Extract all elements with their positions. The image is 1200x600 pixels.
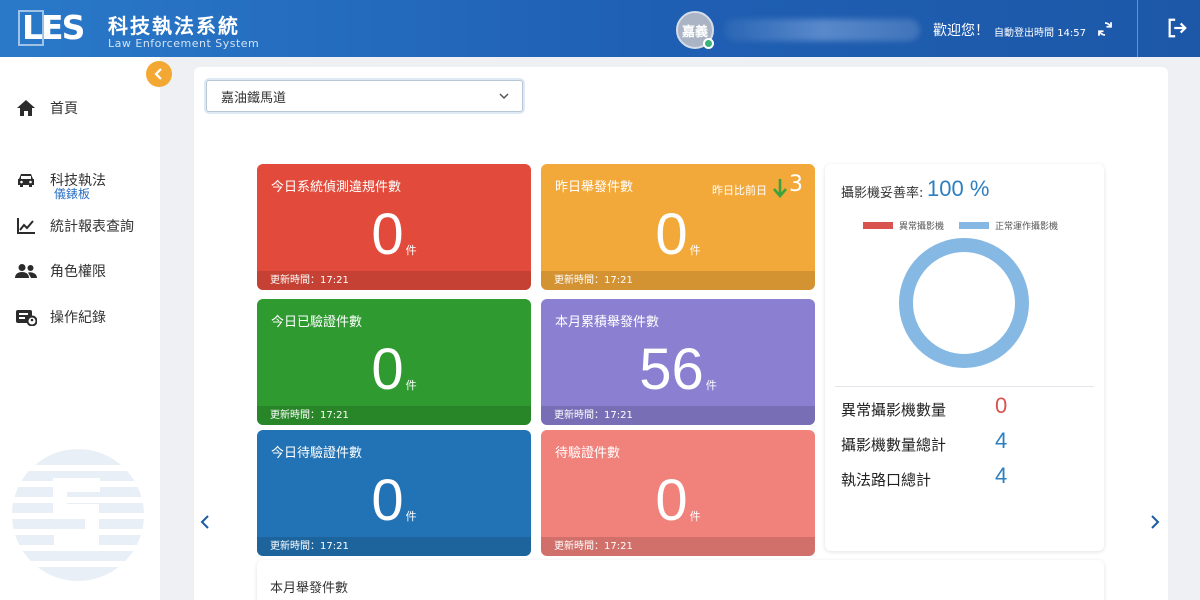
sidebar-item-label: 操作紀錄 (50, 310, 106, 326)
auto-logout-text: 自動登出時間 14:57 (994, 24, 1086, 39)
legend-swatch-normal (959, 222, 989, 229)
card-title: 今日已驗證件數 (271, 315, 363, 330)
sidebar-collapse-button[interactable] (146, 61, 172, 87)
card-update-time: 更新時間：17:21 (257, 271, 531, 290)
card-update-time: 更新時間：17:21 (541, 271, 815, 290)
log-icon (14, 307, 38, 327)
sidebar-item-label: 首頁 (50, 101, 78, 117)
card-update-time: 更新時間：17:21 (541, 406, 815, 425)
camera-rate-value: 100 % (927, 176, 990, 201)
sidebar-item-label: 角色權限 (50, 264, 106, 280)
card-update-time: 更新時間：17:21 (257, 537, 531, 556)
chevron-down-icon (499, 93, 509, 100)
stat-abnormal-value: 0 (995, 393, 1008, 418)
compare-value: 3 (789, 172, 803, 197)
logout-icon[interactable] (1166, 17, 1188, 39)
carousel-prev-icon[interactable] (199, 514, 211, 530)
card-update-time: 更新時間：17:21 (257, 406, 531, 425)
chevron-left-icon (154, 68, 162, 80)
monthly-issued-title: 本月舉發件數 (270, 581, 349, 596)
legend-swatch-abnormal (863, 222, 893, 229)
card-pending: 待驗證件數 0件 更新時間：17:21 (541, 430, 815, 556)
card-title: 本月累積舉發件數 (555, 315, 660, 330)
card-title: 昨日舉發件數 (555, 180, 634, 195)
card-update-time: 更新時間：17:21 (541, 537, 815, 556)
users-icon (14, 261, 38, 281)
sidebar-item-reports[interactable]: 統計報表查詢 (14, 213, 154, 239)
location-select-value: 嘉油鐵馬道 (221, 90, 287, 106)
carousel-next-icon[interactable] (1149, 514, 1161, 530)
stat-camera-total-value: 4 (995, 428, 1008, 453)
auto-logout-time: 14:57 (1057, 28, 1087, 39)
logo-mark: LES (18, 8, 85, 48)
camera-donut-chart (899, 238, 1029, 368)
stat-intersection-total-value: 4 (995, 463, 1008, 488)
card-title: 待驗證件數 (555, 446, 621, 461)
home-icon (14, 98, 38, 118)
car-icon (14, 170, 38, 190)
donut-segment-normal (899, 238, 1029, 368)
online-status-dot (703, 38, 714, 49)
legend-normal[interactable]: 正常運作攝影機 (959, 219, 1058, 232)
sidebar-item-home[interactable]: 首頁 (14, 95, 154, 121)
monthly-issued-card: 本月舉發件數 (257, 560, 1104, 600)
refresh-icon[interactable] (1096, 20, 1114, 38)
stat-abnormal-label: 異常攝影機數量 (841, 401, 947, 419)
sidebar-item-label: 科技執法 (50, 173, 106, 189)
camera-status-card: 攝影機妥善率: 100 % 異常攝影機 正常運作攝影機 異常攝影機數量 0 攝影… (825, 164, 1104, 551)
arrow-down-icon (773, 179, 787, 198)
app-subtitle: Law Enforcement System (108, 37, 260, 50)
sidebar-item-roles[interactable]: 角色權限 (14, 258, 154, 284)
legend-abnormal[interactable]: 異常攝影機 (863, 219, 944, 232)
chart-line-icon (14, 216, 38, 236)
compare-label: 昨日比前日 (712, 184, 767, 197)
legend-label: 異常攝影機 (899, 222, 945, 232)
camera-rate-label: 攝影機妥善率: (841, 186, 924, 201)
stat-camera-total-label: 攝影機數量總計 (841, 436, 947, 454)
card-today-pending: 今日待驗證件數 0件 更新時間：17:21 (257, 430, 531, 556)
welcome-text: 歡迎您！ (933, 23, 989, 39)
watermark-logo (8, 449, 148, 581)
stats-divider (835, 386, 1094, 387)
card-month-issued: 本月累積舉發件數 56 件 更新時間：17:21 (541, 299, 815, 425)
sidebar-item-tech-enforcement[interactable]: 科技執法 (14, 167, 154, 193)
card-title: 今日待驗證件數 (271, 446, 363, 461)
card-title: 今日系統偵測違規件數 (271, 180, 402, 195)
card-today-verified: 今日已驗證件數 0件 更新時間：17:21 (257, 299, 531, 425)
username-redacted (724, 19, 920, 41)
sidebar-item-label: 統計報表查詢 (50, 219, 134, 235)
header-divider (1137, 0, 1138, 57)
legend-label: 正常運作攝影機 (995, 222, 1059, 232)
card-today-detected: 今日系統偵測違規件數 0件 更新時間：17:21 (257, 164, 531, 290)
sidebar: 首頁 儀錶板 科技執法 統計報表查詢 角色權限 操作紀錄 (0, 57, 160, 600)
app-logo[interactable]: LES 科技執法系統 Law Enforcement System (18, 8, 262, 50)
sidebar-item-logs[interactable]: 操作紀錄 (14, 304, 154, 330)
location-select[interactable]: 嘉油鐵馬道 (206, 80, 523, 112)
stat-intersection-total-label: 執法路口總計 (841, 471, 932, 489)
auto-logout-label: 自動登出時間 (994, 28, 1054, 39)
top-header: LES 科技執法系統 Law Enforcement System 嘉義 歡迎您… (0, 0, 1200, 57)
app-title: 科技執法系統 (108, 14, 240, 38)
card-yesterday-issued: 昨日舉發件數 昨日比前日 3 0件 更新時間：17:21 (541, 164, 815, 290)
